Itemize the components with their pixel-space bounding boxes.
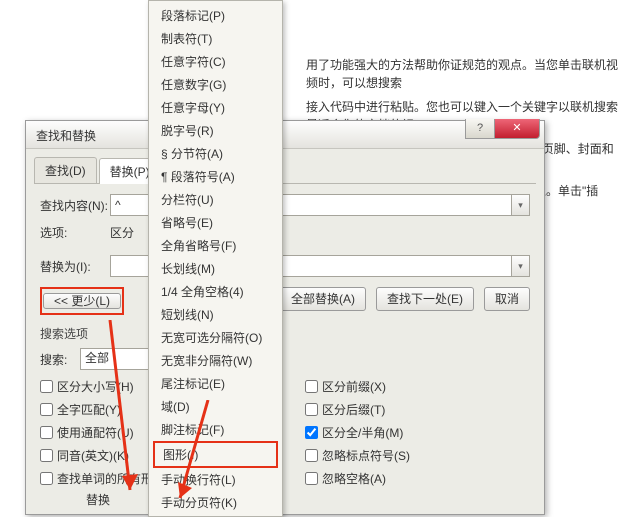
mi-column-break[interactable]: 分栏符(U) (149, 188, 282, 211)
replace-dropdown[interactable]: ▾ (512, 255, 530, 277)
chk-wildcard[interactable]: 使用通配符(U) (40, 424, 165, 441)
mi-graphic[interactable]: 图形(I) (155, 443, 276, 466)
left-options: 区分大小写(H) 全字匹配(Y) 使用通配符(U) 同音(英文)(K) 查找单词… (40, 378, 165, 487)
mi-footnote[interactable]: 脚注标记(F) (149, 418, 282, 441)
graphic-highlight: 图形(I) (153, 441, 278, 468)
chk-soundslike[interactable]: 同音(英文)(K) (40, 447, 165, 464)
chk-prefix[interactable]: 区分前缀(X) (305, 378, 410, 395)
mi-tab[interactable]: 制表符(T) (149, 27, 282, 50)
chk-case[interactable]: 区分大小写(H) (40, 378, 165, 395)
chk-ignorepunct[interactable]: 忽略标点符号(S) (305, 447, 410, 464)
find-input[interactable] (110, 194, 150, 216)
replace-section-label: 替换 (86, 491, 110, 508)
mi-any-digit[interactable]: 任意数字(G) (149, 73, 282, 96)
cancel-button[interactable]: 取消 (484, 287, 530, 311)
chk-wholeword[interactable]: 全字匹配(Y) (40, 401, 165, 418)
less-button[interactable]: << 更少(L) (43, 293, 121, 309)
mi-full-ellipsis[interactable]: 全角省略号(F) (149, 234, 282, 257)
mi-para-char[interactable]: ¶ 段落符号(A) (149, 165, 282, 188)
dialog-title: 查找和替换 (36, 129, 96, 143)
find-next-button[interactable]: 查找下一处(E) (376, 287, 474, 311)
mi-section-char[interactable]: § 分节符(A) (149, 142, 282, 165)
chk-suffix[interactable]: 区分后缀(T) (305, 401, 410, 418)
less-button-highlight: << 更少(L) (40, 287, 124, 315)
mi-emdash[interactable]: 长划线(M) (149, 257, 282, 280)
mi-any-letter[interactable]: 任意字母(Y) (149, 96, 282, 119)
options-value: 区分 (110, 224, 134, 241)
tab-find[interactable]: 查找(D) (34, 157, 97, 183)
find-replace-dialog: 查找和替换 ? ✕ 查找(D) 替换(P) 定位(G) 查找内容(N): ▾ 选… (25, 120, 545, 515)
mi-endash[interactable]: 短划线(N) (149, 303, 282, 326)
mi-endnote[interactable]: 尾注标记(E) (149, 372, 282, 395)
search-options-title: 搜索选项 (40, 325, 530, 342)
help-button[interactable]: ? (465, 119, 495, 139)
mi-caret[interactable]: 脱字号(R) (149, 119, 282, 142)
chk-fullhalf[interactable]: 区分全/半角(M) (305, 424, 410, 441)
replace-label: 替换为(I): (40, 258, 110, 275)
options-label: 选项: (40, 224, 110, 241)
mi-manual-pagebreak[interactable]: 手动分页符(K) (149, 491, 282, 514)
replace-all-button[interactable]: 全部替换(A) (280, 287, 366, 311)
find-dropdown[interactable]: ▾ (512, 194, 530, 216)
right-options: 区分前缀(X) 区分后缀(T) 区分全/半角(M) 忽略标点符号(S) 忽略空格… (305, 378, 410, 487)
mi-nowidth-nonbreak[interactable]: 无宽非分隔符(W) (149, 349, 282, 372)
mi-nowidth-opt[interactable]: 无宽可选分隔符(O) (149, 326, 282, 349)
close-button[interactable]: ✕ (494, 119, 540, 139)
mi-field[interactable]: 域(D) (149, 395, 282, 418)
tab-strip: 查找(D) 替换(P) 定位(G) (34, 157, 536, 184)
mi-ellipsis[interactable]: 省略号(E) (149, 211, 282, 234)
chk-wordforms[interactable]: 查找单词的所有形式 (40, 470, 165, 487)
mi-paragraph-mark[interactable]: 段落标记(P) (149, 4, 282, 27)
mi-any-char[interactable]: 任意字符(C) (149, 50, 282, 73)
search-label: 搜索: (40, 351, 80, 368)
dialog-titlebar[interactable]: 查找和替换 ? ✕ (26, 121, 544, 149)
special-char-menu: 段落标记(P) 制表符(T) 任意字符(C) 任意数字(G) 任意字母(Y) 脱… (148, 0, 283, 517)
find-label: 查找内容(N): (40, 197, 110, 214)
chk-ignorespace[interactable]: 忽略空格(A) (305, 470, 410, 487)
mi-manual-linebreak[interactable]: 手动换行符(L) (149, 468, 282, 491)
mi-quarter-em[interactable]: 1/4 全角空格(4) (149, 280, 282, 303)
